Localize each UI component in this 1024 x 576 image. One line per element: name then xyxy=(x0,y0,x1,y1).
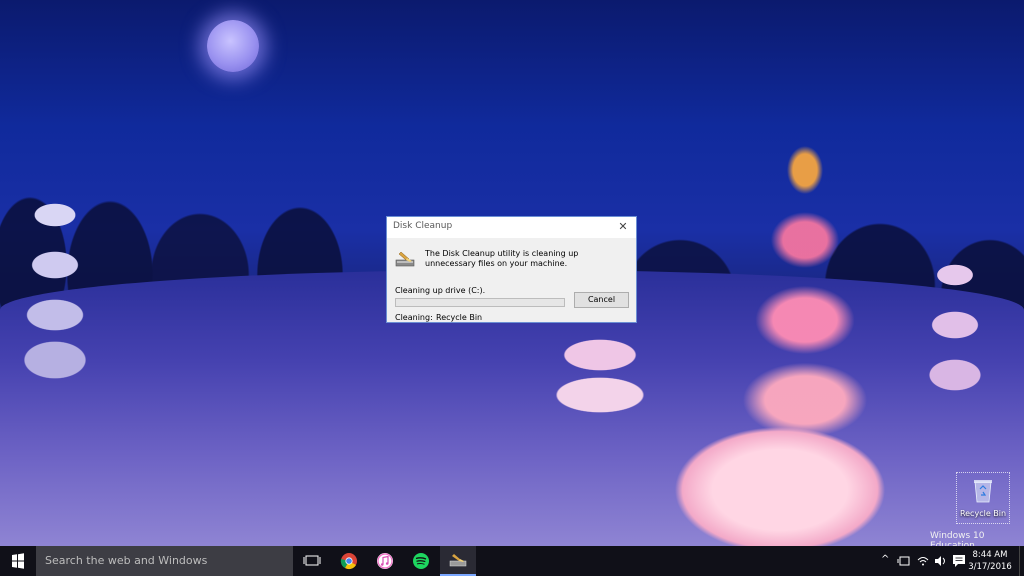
close-icon[interactable]: ✕ xyxy=(616,220,630,234)
disk-cleanup-dialog: Disk Cleanup ✕ The Disk Cleanup utility … xyxy=(386,216,637,323)
action-center-icon[interactable] xyxy=(952,554,966,568)
drive-label: Cleaning up drive (C:). xyxy=(395,286,486,295)
clock[interactable]: 8:44 AM 3/17/2016 xyxy=(968,549,1012,573)
chrome-icon xyxy=(340,553,357,570)
wifi-icon[interactable] xyxy=(916,555,930,567)
wallpaper-snow-tree xyxy=(0,195,110,385)
tablet-mode-icon[interactable] xyxy=(897,555,911,567)
disk-cleanup-taskbar-button[interactable] xyxy=(440,546,476,576)
cancel-button[interactable]: Cancel xyxy=(574,292,629,308)
volume-icon[interactable] xyxy=(934,555,948,567)
spotify-taskbar-button[interactable] xyxy=(403,546,439,576)
wallpaper-moon xyxy=(207,20,259,72)
itunes-taskbar-button[interactable] xyxy=(367,546,403,576)
windows-logo-icon xyxy=(12,553,24,569)
progress-bar xyxy=(395,298,565,307)
cleaning-item: Recycle Bin xyxy=(436,313,483,322)
desktop: Disk Cleanup ✕ The Disk Cleanup utility … xyxy=(0,0,1024,576)
chrome-taskbar-button[interactable] xyxy=(331,546,367,576)
search-input[interactable]: Search the web and Windows xyxy=(36,546,293,576)
cleaning-label: Cleaning: xyxy=(395,313,433,322)
wallpaper-lit-mound xyxy=(630,395,930,555)
recycle-bin-label: Recycle Bin xyxy=(959,509,1007,518)
task-view-button[interactable] xyxy=(294,546,330,576)
itunes-icon xyxy=(377,553,393,569)
spotify-icon xyxy=(413,553,429,569)
disk-cleanup-taskbar-icon xyxy=(449,554,467,567)
clock-date: 3/17/2016 xyxy=(968,562,1012,572)
taskbar: Search the web and Windows ^ 8:44 AM 3/1… xyxy=(0,546,1024,576)
dialog-title: Disk Cleanup xyxy=(393,221,453,231)
start-button[interactable] xyxy=(0,546,36,576)
disk-cleanup-icon xyxy=(395,251,415,267)
recycle-bin-desktop-icon[interactable]: Recycle Bin xyxy=(956,472,1010,524)
task-view-icon xyxy=(303,555,321,566)
show-hidden-icons-chevron-icon[interactable]: ^ xyxy=(881,554,889,566)
dialog-titlebar[interactable]: Disk Cleanup ✕ xyxy=(387,217,636,238)
clock-time: 8:44 AM xyxy=(972,550,1008,560)
wallpaper-snow-tree-right xyxy=(905,250,1005,410)
recycle-bin-icon xyxy=(974,480,992,503)
show-desktop-button[interactable] xyxy=(1019,546,1024,576)
dialog-message: The Disk Cleanup utility is cleaning up … xyxy=(425,249,579,268)
